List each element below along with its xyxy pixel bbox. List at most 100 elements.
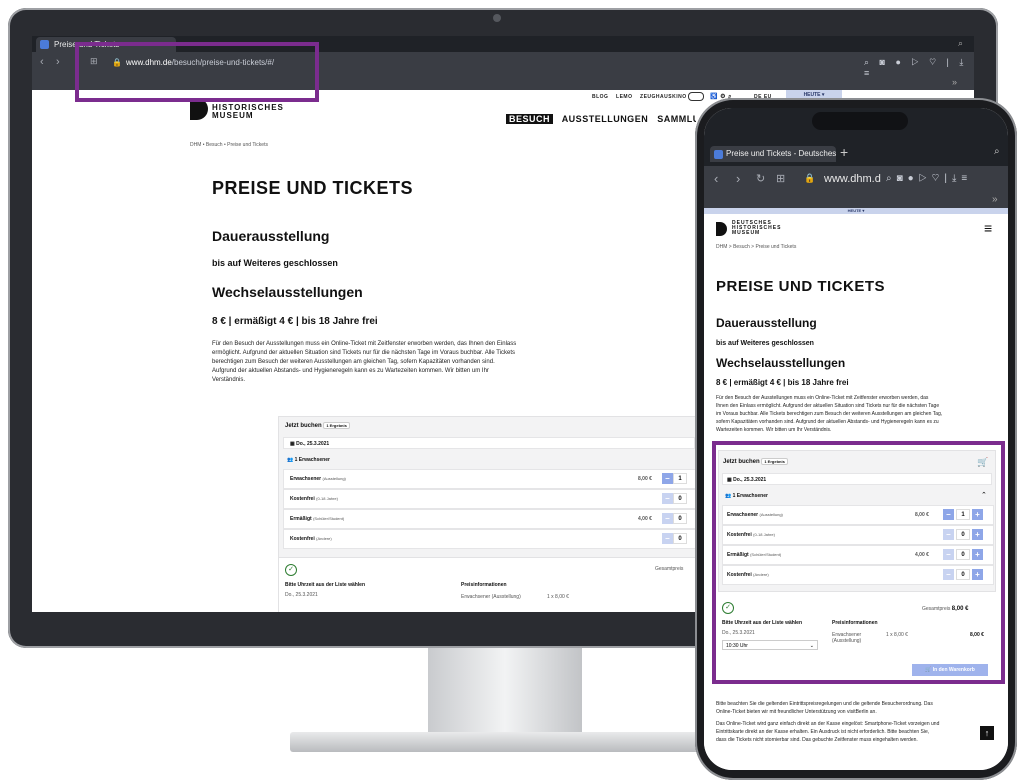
date-value: Do., 25.3.2021: [296, 441, 330, 447]
footer-line: Online-Ticket bieten wir mit freundliche…: [716, 709, 877, 715]
nav-sammlung[interactable]: SAMMLUNG: [657, 114, 696, 124]
minus-button[interactable]: –: [662, 533, 673, 544]
footer-line: Bitte beachten Sie die geltenden Eintrit…: [716, 701, 933, 707]
phone-wechsel-heading: Wechselausstellungen: [716, 356, 846, 370]
desktop-main-nav: BESUCH AUSSTELLUNGEN SAMMLUNG: [506, 114, 696, 124]
para-line: Verständnis.: [212, 377, 246, 383]
widget-title-text: Jetzt buchen: [285, 423, 322, 429]
forward-icon[interactable]: ›: [56, 56, 60, 68]
ticket-name: Kostenfrei: [290, 536, 315, 542]
time-label: Bitte Uhrzeit aus der Liste wählen: [285, 582, 366, 588]
para-line: berechtigen zum Besuch der weiteren Auss…: [212, 359, 495, 365]
dhm-favicon-icon: [714, 150, 723, 159]
para-line: ermöglicht. Aufgrund der aktuellen Situa…: [212, 350, 516, 356]
link-lemo[interactable]: LEMO: [616, 94, 632, 100]
total-label: Gesamtpreis: [655, 566, 684, 572]
link-zeughauskino[interactable]: ZEUGHAUSKINO: [640, 94, 687, 100]
reload-icon[interactable]: ↻: [756, 172, 765, 185]
toolbar-icons[interactable]: ⌕ ◙ ● ▷ ♡ | ⤓ ≡: [864, 57, 974, 78]
minus-button[interactable]: –: [662, 473, 673, 484]
footer-line: Das Online-Ticket wird ganz einfach dire…: [716, 721, 940, 727]
minus-button[interactable]: –: [662, 513, 673, 524]
desktop-page-title: PREISE UND TICKETS: [212, 178, 414, 198]
logo-line-2: MUSEUM: [212, 111, 254, 120]
phone-breadcrumb[interactable]: DHM > Besuch > Preise und Tickets: [716, 244, 796, 250]
phone-footer-text: Bitte beachten Sie die geltenden Eintrit…: [716, 700, 998, 744]
phone-notch: [812, 112, 908, 130]
hamburger-menu-icon[interactable]: ≡: [984, 220, 992, 236]
more-bookmarks-icon[interactable]: »: [952, 77, 957, 87]
today-strip[interactable]: HEUTE ▾: [704, 208, 1008, 214]
contrast-toggle[interactable]: [688, 92, 704, 101]
persons-toggle[interactable]: 👥 1 Erwachsener: [287, 457, 330, 463]
ticket-price: 8,00 €: [638, 476, 652, 482]
desktop-logo-text: HISTORISCHES MUSEUM: [212, 104, 284, 120]
ticket-sub: (Schüler/Student): [313, 516, 345, 521]
ticket-name: Ermäßigt: [290, 516, 312, 522]
dhm-favicon-icon: [40, 40, 49, 49]
dhm-logo-icon[interactable]: [716, 222, 727, 236]
back-icon[interactable]: ‹: [714, 171, 718, 186]
new-tab-icon[interactable]: +: [840, 144, 848, 160]
phone-dauer-heading: Dauerausstellung: [716, 316, 817, 330]
people-icon: 👥: [287, 457, 294, 463]
desktop-dauer-heading: Dauerausstellung: [212, 228, 330, 244]
phone-bookmark-bar: »: [704, 194, 1008, 208]
ticket-sub: (Ausstellung): [322, 476, 346, 481]
scroll-to-top-button[interactable]: ↑: [980, 726, 994, 740]
monitor-camera: [493, 14, 501, 22]
phone-tab-bar: Preise und Tickets - Deutsches + ⌕: [704, 108, 1008, 166]
logo-line-3: MUSEUM: [732, 230, 761, 236]
phone-intro-paragraph: Für den Besuch der Ausstellungen muss ei…: [716, 394, 998, 434]
phone-tab-title: Preise und Tickets - Deutsches: [726, 149, 836, 158]
phone-dauer-status: bis auf Weiteres geschlossen: [716, 340, 814, 347]
ticket-label: Erwachsener (Ausstellung): [290, 476, 346, 482]
check-circle-icon: ✓: [285, 564, 297, 576]
para-line: sofern Kapazitäten vorhanden sind. Aufgr…: [716, 419, 939, 425]
link-blog[interactable]: BLOG: [592, 94, 608, 100]
monitor-stand-neck: [428, 648, 582, 732]
price-info-calc: 1 x 8,00 €: [547, 594, 569, 600]
grid-icon[interactable]: ⊞: [776, 172, 785, 185]
phone-logo-text: DEUTSCHES HISTORISCHES MUSEUM: [732, 221, 781, 236]
quantity-value[interactable]: 0: [673, 513, 687, 524]
para-line: Wartezeiten kommen. Wir bitten um Ihr Ve…: [716, 427, 832, 433]
quantity-value[interactable]: 1: [673, 473, 687, 484]
monitor-stand-base: [290, 732, 722, 752]
minus-button[interactable]: –: [662, 493, 673, 504]
phone-screen: Preise und Tickets - Deutsches + ⌕ ‹ › ↻…: [704, 108, 1008, 770]
widget-title: Jetzt buchen 1 Ergebnis: [285, 422, 350, 429]
phone-url[interactable]: www.dhm.d: [824, 173, 881, 185]
nav-besuch[interactable]: BESUCH: [506, 114, 554, 124]
phone-page-title: PREISE UND TICKETS: [716, 278, 886, 295]
footer-line: dass die Tickets nicht stornierbar sind.…: [716, 737, 918, 743]
quantity-value[interactable]: 0: [673, 533, 687, 544]
url-highlight-box: [75, 42, 319, 102]
today-label: HEUTE: [847, 208, 862, 213]
quantity-value[interactable]: 0: [673, 493, 687, 504]
date-selector[interactable]: ▦ Do., 25.3.2021: [283, 437, 695, 449]
forward-icon[interactable]: ›: [736, 171, 740, 186]
nav-ausstellungen[interactable]: AUSSTELLUNGEN: [562, 114, 649, 124]
phone-browser-tab[interactable]: Preise und Tickets - Deutsches: [710, 146, 836, 162]
ticket-price: 4,00 €: [638, 516, 652, 522]
calendar-icon: ▦: [290, 441, 295, 447]
toolbar-icons[interactable]: ⌕◙●▷♡|⤓≡: [886, 173, 972, 184]
result-pill: 1 Ergebnis: [323, 422, 350, 429]
para-line: Aufgrund der aktuellen Abstands- und Hyg…: [212, 368, 489, 374]
desktop-price-line: 8 € | ermäßigt 4 € | bis 18 Jahre frei: [212, 316, 378, 327]
ticket-sub: (Andere): [316, 536, 332, 541]
more-bookmarks-icon[interactable]: »: [992, 194, 998, 205]
ticket-label: Kostenfrei (Andere): [290, 536, 332, 542]
desktop-breadcrumb[interactable]: DHM • Besuch • Preise und Tickets: [190, 142, 268, 148]
back-icon[interactable]: ‹: [40, 56, 44, 68]
ticket-row: Kostenfrei (Andere) – 0: [283, 529, 697, 549]
persons-label: 1 Erwachsener: [294, 457, 330, 463]
price-info-label: Preisinformationen: [461, 582, 507, 588]
para-line: Für den Besuch der Ausstellungen muss ei…: [212, 341, 517, 347]
search-tabs-icon[interactable]: ⌕: [994, 146, 1000, 157]
desktop-dauer-status: bis auf Weiteres geschlossen: [212, 258, 338, 268]
para-line: Ihnen den Einlass ermöglicht. Aufgrund d…: [716, 403, 940, 409]
search-tabs-icon[interactable]: ⌕: [958, 38, 963, 49]
time-date: Do., 25.3.2021: [285, 592, 318, 598]
